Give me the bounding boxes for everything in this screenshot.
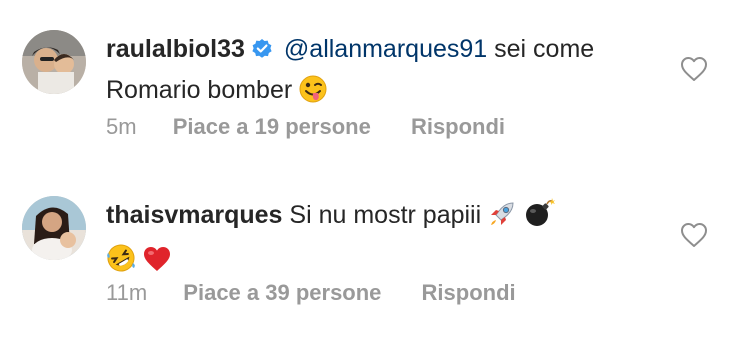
like-heart-icon[interactable]: [680, 222, 708, 248]
rolling-laughing-face-icon: [106, 243, 136, 284]
avatar-photo-icon: [22, 30, 86, 94]
comment-username[interactable]: raulalbiol33: [106, 35, 245, 63]
likes-count-link[interactable]: Piace a 19 persone: [173, 114, 371, 140]
avatar[interactable]: [22, 196, 86, 260]
avatar-photo-icon: [22, 196, 86, 260]
like-heart-icon[interactable]: [680, 56, 708, 82]
reply-button[interactable]: Rispondi: [411, 114, 505, 140]
likes-count-link[interactable]: Piace a 39 persone: [183, 280, 381, 306]
bomb-icon: [523, 197, 556, 240]
red-heart-icon: [142, 245, 172, 284]
comment-meta: 11m Piace a 39 persone Rispondi: [106, 280, 516, 306]
reply-button[interactable]: Rispondi: [422, 280, 516, 306]
avatar[interactable]: [22, 30, 86, 94]
comment-meta: 5m Piace a 19 persone Rispondi: [106, 114, 505, 140]
rocket-icon: [487, 199, 517, 240]
mention-link[interactable]: @allanmarques91: [284, 35, 487, 63]
comment-username[interactable]: thaisvmarques: [106, 201, 282, 229]
comment-time: 5m: [106, 114, 137, 139]
verified-badge-icon: [251, 33, 273, 71]
comment-text: Si nu mostr papiii: [289, 201, 482, 229]
comment-body: raulalbiol33 @allanmarques91 sei come Ro…: [106, 30, 666, 115]
comment-time: 11m: [106, 280, 148, 305]
winking-tongue-face-icon: [298, 74, 328, 115]
comment-body: thaisvmarques Si nu mostr papiii: [106, 196, 666, 284]
